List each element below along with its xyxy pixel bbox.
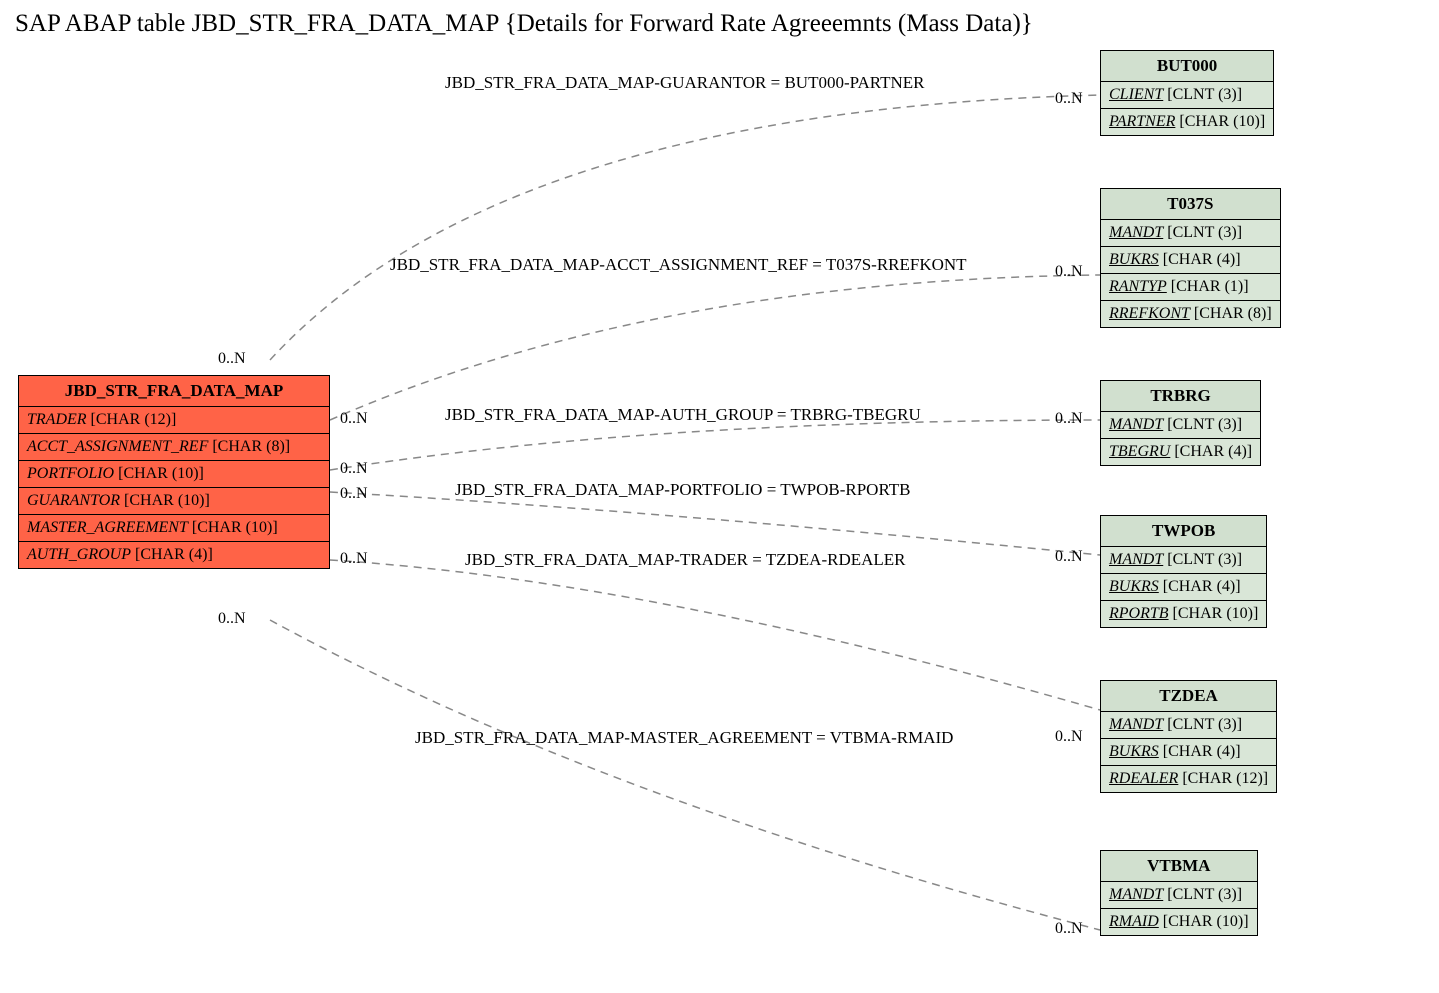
entity-field: MANDT [CLNT (3)] xyxy=(1101,882,1257,909)
entity-field: BUKRS [CHAR (4)] xyxy=(1101,739,1276,766)
entity-header: T037S xyxy=(1101,189,1280,220)
entity-but000: BUT000 CLIENT [CLNT (3)] PARTNER [CHAR (… xyxy=(1100,50,1274,136)
entity-field: CLIENT [CLNT (3)] xyxy=(1101,82,1273,109)
cardinality-label: 0..N xyxy=(1055,90,1083,108)
cardinality-label: 0..N xyxy=(340,485,368,503)
entity-field: MANDT [CLNT (3)] xyxy=(1101,547,1266,574)
cardinality-label: 0..N xyxy=(1055,920,1083,938)
cardinality-label: 0..N xyxy=(218,610,246,628)
entity-header: VTBMA xyxy=(1101,851,1257,882)
entity-field: PORTFOLIO [CHAR (10)] xyxy=(19,461,329,488)
entity-trbrg: TRBRG MANDT [CLNT (3)] TBEGRU [CHAR (4)] xyxy=(1100,380,1261,466)
entity-field: RMAID [CHAR (10)] xyxy=(1101,909,1257,935)
relation-label: JBD_STR_FRA_DATA_MAP-MASTER_AGREEMENT = … xyxy=(415,728,953,748)
entity-field: TRADER [CHAR (12)] xyxy=(19,407,329,434)
entity-header: BUT000 xyxy=(1101,51,1273,82)
entity-field: RANTYP [CHAR (1)] xyxy=(1101,274,1280,301)
entity-field: RPORTB [CHAR (10)] xyxy=(1101,601,1266,627)
entity-header: TZDEA xyxy=(1101,681,1276,712)
cardinality-label: 0..N xyxy=(1055,263,1083,281)
relation-label: JBD_STR_FRA_DATA_MAP-GUARANTOR = BUT000-… xyxy=(445,73,925,93)
entity-field: RDEALER [CHAR (12)] xyxy=(1101,766,1276,792)
entity-twpob: TWPOB MANDT [CLNT (3)] BUKRS [CHAR (4)] … xyxy=(1100,515,1267,628)
entity-field: PARTNER [CHAR (10)] xyxy=(1101,109,1273,135)
cardinality-label: 0..N xyxy=(340,460,368,478)
cardinality-label: 0..N xyxy=(218,350,246,368)
cardinality-label: 0..N xyxy=(340,410,368,428)
relation-label: JBD_STR_FRA_DATA_MAP-PORTFOLIO = TWPOB-R… xyxy=(455,480,911,500)
cardinality-label: 0..N xyxy=(1055,548,1083,566)
entity-vtbma: VTBMA MANDT [CLNT (3)] RMAID [CHAR (10)] xyxy=(1100,850,1258,936)
entity-tzdea: TZDEA MANDT [CLNT (3)] BUKRS [CHAR (4)] … xyxy=(1100,680,1277,793)
entity-field: AUTH_GROUP [CHAR (4)] xyxy=(19,542,329,568)
entity-main: JBD_STR_FRA_DATA_MAP TRADER [CHAR (12)] … xyxy=(18,375,330,569)
entity-t037s: T037S MANDT [CLNT (3)] BUKRS [CHAR (4)] … xyxy=(1100,188,1281,328)
relation-label: JBD_STR_FRA_DATA_MAP-AUTH_GROUP = TRBRG-… xyxy=(445,405,921,425)
cardinality-label: 0..N xyxy=(340,550,368,568)
entity-header: TWPOB xyxy=(1101,516,1266,547)
entity-field: MANDT [CLNT (3)] xyxy=(1101,220,1280,247)
entity-field: MANDT [CLNT (3)] xyxy=(1101,412,1260,439)
entity-field: BUKRS [CHAR (4)] xyxy=(1101,574,1266,601)
entity-field: MANDT [CLNT (3)] xyxy=(1101,712,1276,739)
cardinality-label: 0..N xyxy=(1055,728,1083,746)
entity-field: RREFKONT [CHAR (8)] xyxy=(1101,301,1280,327)
relation-label: JBD_STR_FRA_DATA_MAP-ACCT_ASSIGNMENT_REF… xyxy=(390,255,967,275)
diagram-title: SAP ABAP table JBD_STR_FRA_DATA_MAP {Det… xyxy=(15,10,1033,38)
relation-label: JBD_STR_FRA_DATA_MAP-TRADER = TZDEA-RDEA… xyxy=(465,550,906,570)
entity-main-header: JBD_STR_FRA_DATA_MAP xyxy=(19,376,329,407)
entity-field: MASTER_AGREEMENT [CHAR (10)] xyxy=(19,515,329,542)
entity-field: ACCT_ASSIGNMENT_REF [CHAR (8)] xyxy=(19,434,329,461)
entity-header: TRBRG xyxy=(1101,381,1260,412)
entity-field: GUARANTOR [CHAR (10)] xyxy=(19,488,329,515)
entity-field: BUKRS [CHAR (4)] xyxy=(1101,247,1280,274)
entity-field: TBEGRU [CHAR (4)] xyxy=(1101,439,1260,465)
cardinality-label: 0..N xyxy=(1055,410,1083,428)
